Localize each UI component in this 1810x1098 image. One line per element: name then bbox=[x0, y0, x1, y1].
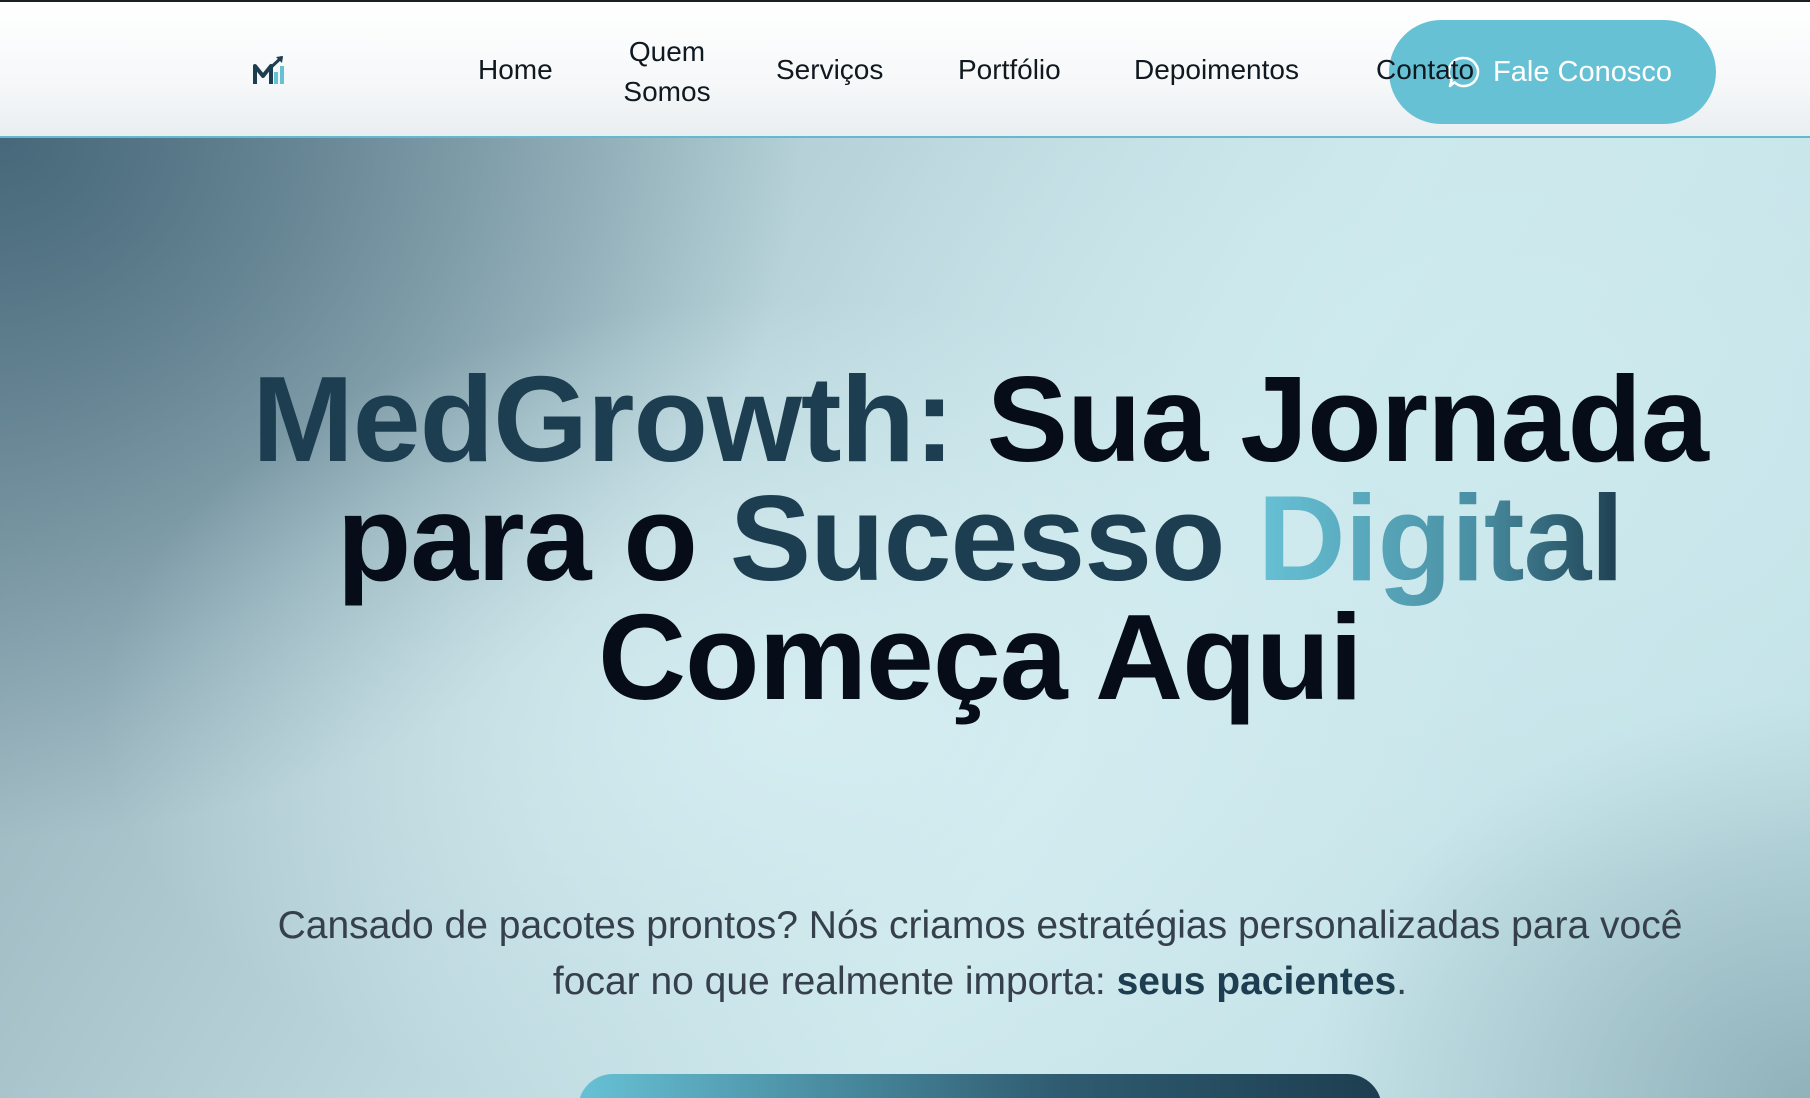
nav-servicos[interactable]: Serviços bbox=[776, 50, 883, 90]
nav-quem-somos[interactable]: Quem Somos bbox=[612, 32, 722, 112]
headline-part2: Começa Aqui bbox=[597, 589, 1363, 725]
subtitle-highlight: seus pacientes bbox=[1116, 960, 1397, 1003]
hero-cta-button[interactable] bbox=[578, 1074, 1382, 1098]
nav-depoimentos[interactable]: Depoimentos bbox=[1134, 50, 1299, 90]
hero-subtitle: Cansado de pacotes prontos? Nós criamos … bbox=[240, 898, 1720, 1010]
headline-brand: MedGrowth: bbox=[252, 351, 955, 487]
site-header: Home Quem Somos Serviços Portfólio Depoi… bbox=[0, 2, 1810, 138]
nav-home[interactable]: Home bbox=[478, 50, 553, 90]
headline-digital: Digital bbox=[1257, 470, 1624, 606]
hero-headline: MedGrowth: Sua Jornada para o Sucesso Di… bbox=[230, 358, 1730, 718]
nav-portfolio[interactable]: Portfólio bbox=[958, 50, 1061, 90]
fale-conosco-label: Fale Conosco bbox=[1493, 55, 1672, 88]
headline-sucesso: Sucesso bbox=[729, 470, 1258, 606]
subtitle-text: Cansado de pacotes prontos? Nós criamos … bbox=[277, 904, 1683, 1003]
medgrowth-logo-icon[interactable] bbox=[252, 54, 286, 88]
nav-contato[interactable]: Contato bbox=[1376, 50, 1474, 90]
subtitle-end: . bbox=[1396, 960, 1408, 1003]
